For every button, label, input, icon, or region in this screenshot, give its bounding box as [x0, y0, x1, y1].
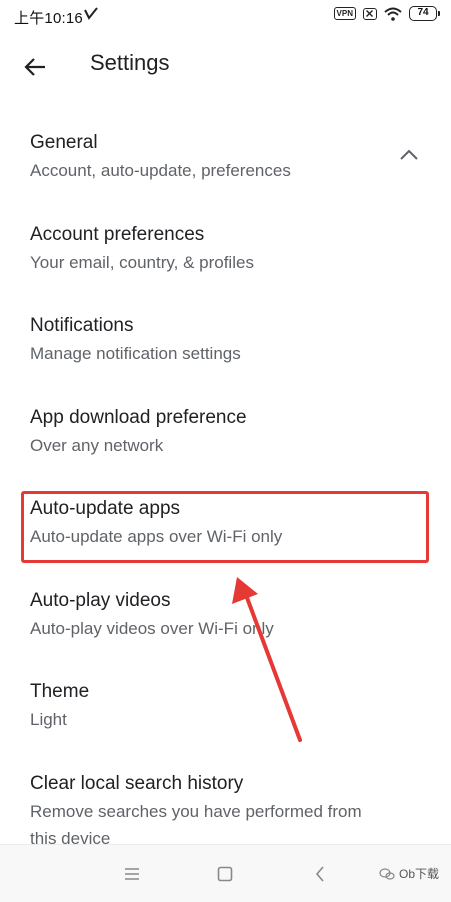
wifi-icon	[384, 7, 402, 21]
settings-item-subtitle: Manage notification settings	[30, 344, 241, 363]
settings-item-subtitle: Auto-update apps over Wi-Fi only	[30, 527, 283, 546]
settings-item-auto-update-apps[interactable]: Auto-update apps Auto-update apps over W…	[0, 484, 451, 576]
status-time: 上午10:16	[14, 10, 83, 27]
wechat-icon	[379, 867, 395, 880]
menu-icon	[125, 868, 139, 880]
settings-list: General Account, auto-update, preference…	[0, 118, 451, 844]
settings-item-title: App download preference	[30, 406, 247, 428]
status-icons: VPN 74	[333, 6, 440, 21]
settings-item-general[interactable]: General Account, auto-update, preference…	[0, 118, 451, 210]
settings-item-title: Account preferences	[30, 223, 205, 245]
watermark-text: Ob下载	[398, 867, 439, 881]
settings-item-subtitle-line2: this device	[30, 828, 111, 845]
settings-item-title: General	[30, 132, 98, 153]
settings-item-subtitle: Over any network	[30, 435, 164, 455]
settings-item-title: Clear local search history	[30, 772, 244, 794]
settings-item-subtitle: Remove searches you have performed from	[30, 801, 362, 821]
chevron-left-icon	[315, 866, 324, 882]
check-icon	[84, 7, 98, 20]
no-sim-icon	[363, 7, 377, 20]
settings-item-title: Auto-play videos	[30, 589, 171, 611]
home-button[interactable]	[214, 863, 236, 885]
settings-item-account-preferences[interactable]: Account preferences Your email, country,…	[0, 210, 451, 302]
settings-item-theme[interactable]: Theme Light	[0, 667, 451, 759]
app-bar: Settings	[0, 32, 451, 100]
arrow-back-icon	[24, 58, 45, 76]
back-button[interactable]	[16, 48, 54, 86]
settings-item-subtitle: Your email, country, & profiles	[30, 252, 254, 272]
settings-item-app-download-preference[interactable]: App download preference Over any network	[0, 393, 451, 485]
page-title: Settings	[90, 50, 170, 75]
settings-item-clear-search-history[interactable]: Clear local search history Remove search…	[0, 759, 451, 845]
battery-icon: 74	[409, 6, 440, 21]
watermark: Ob下载	[379, 865, 439, 882]
settings-item-notifications[interactable]: Notifications Manage notification settin…	[0, 301, 451, 393]
recent-apps-button[interactable]	[121, 863, 143, 885]
settings-item-title: Theme	[30, 681, 90, 702]
back-nav-button[interactable]	[309, 863, 331, 885]
settings-item-subtitle: Auto-play videos over Wi-Fi only	[30, 618, 274, 638]
settings-item-subtitle: Account, auto-update, preferences	[30, 161, 291, 180]
settings-item-title: Notifications	[30, 315, 134, 336]
vpn-icon: VPN	[333, 7, 356, 20]
status-bar: 上午10:16 VPN 74	[0, 0, 451, 32]
settings-item-subtitle: Light	[30, 710, 67, 729]
nav-bar: Ob下载	[0, 844, 451, 902]
chevron-up-icon[interactable]	[399, 148, 419, 162]
square-icon	[217, 866, 233, 882]
settings-item-title: Auto-update apps	[30, 498, 181, 519]
settings-item-auto-play-videos[interactable]: Auto-play videos Auto-play videos over W…	[0, 576, 451, 668]
